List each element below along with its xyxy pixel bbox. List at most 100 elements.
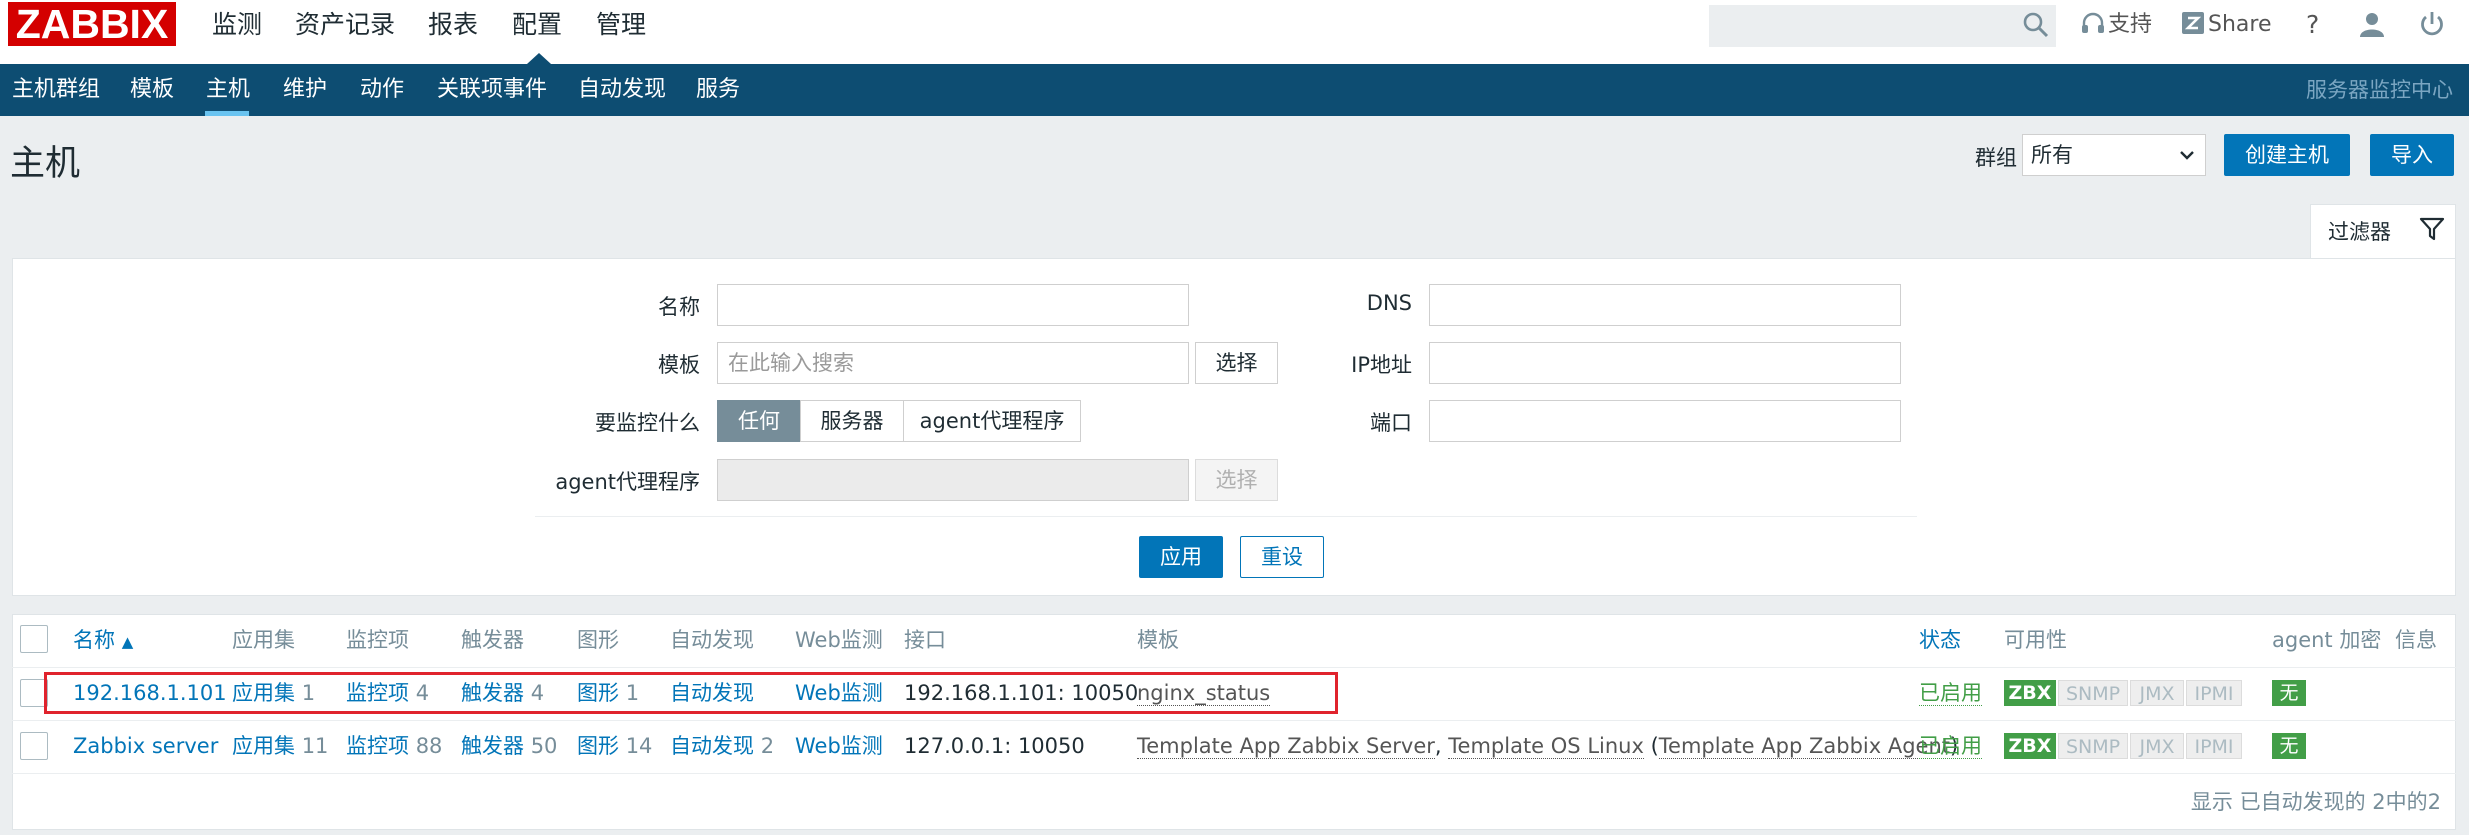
col-header-triggers: 触发器	[461, 628, 524, 652]
col-header-info: 信息	[2395, 628, 2437, 652]
col-header-items: 监控项	[346, 628, 409, 652]
applications-link[interactable]: 应用集 11	[232, 731, 328, 761]
headset-icon[interactable]	[2080, 11, 2106, 37]
global-search-input[interactable]	[1709, 5, 2056, 47]
dns-input[interactable]	[1429, 284, 1901, 326]
filter-funnel-icon	[2419, 217, 2445, 241]
monitor-option-proxy[interactable]: agent代理程序	[903, 400, 1081, 442]
row-checkbox[interactable]	[20, 732, 48, 760]
dns-label: DNS	[1366, 291, 1412, 315]
help-icon[interactable]: ?	[2306, 0, 2319, 50]
graphs-link[interactable]: 图形 14	[577, 731, 652, 761]
header-divider	[12, 667, 2456, 668]
selected-menu-notch	[527, 53, 551, 64]
template-placeholder: 在此输入搜索	[728, 351, 854, 375]
top-menu-reports[interactable]: 报表	[428, 0, 478, 64]
top-menu-inventory[interactable]: 资产记录	[295, 0, 395, 64]
col-header-web: Web监测	[795, 628, 883, 652]
col-header-name[interactable]: 名称 ▲	[73, 625, 133, 657]
create-host-button[interactable]: 创建主机	[2224, 134, 2350, 176]
col-header-encryption: agent 加密	[2272, 628, 2382, 652]
select-all-checkbox[interactable]	[20, 625, 48, 653]
col-header-status[interactable]: 状态	[1919, 625, 1961, 655]
col-header-interface: 接口	[904, 628, 946, 652]
sort-ascending-icon: ▲	[121, 633, 134, 651]
row-divider	[12, 773, 2456, 774]
template-link[interactable]: Template OS Linux	[1448, 734, 1644, 759]
encryption-badge: 无	[2272, 733, 2306, 759]
server-name-label: 服务器监控中心	[2306, 78, 2453, 102]
search-icon[interactable]	[2022, 11, 2050, 39]
page-title: 主机	[10, 144, 81, 184]
ip-address-label: IP地址	[1351, 353, 1412, 377]
col-header-availability: 可用性	[2004, 628, 2067, 652]
share-z-icon[interactable]	[2182, 12, 2204, 34]
interface-value: 127.0.0.1: 10050	[904, 734, 1085, 758]
template-link[interactable]: Template App Zabbix Server	[1137, 734, 1435, 759]
col-header-discovery: 自动发现	[670, 628, 754, 652]
filter-tab[interactable]: 过滤器	[2310, 204, 2456, 259]
sub-menu-maintenance[interactable]: 维护	[283, 64, 327, 116]
support-link[interactable]: 支持	[2108, 0, 2152, 50]
availability-zbx-badge: ZBX	[2004, 680, 2056, 706]
ip-address-input[interactable]	[1429, 342, 1901, 384]
template-search-input[interactable]: 在此输入搜索	[717, 342, 1189, 384]
apply-filter-button[interactable]: 应用	[1139, 536, 1223, 578]
sub-menu-services[interactable]: 服务	[696, 64, 740, 116]
items-link[interactable]: 监控项 88	[346, 731, 442, 761]
web-monitoring-link[interactable]: Web监测	[795, 731, 883, 761]
top-menu-administration[interactable]: 管理	[596, 0, 646, 64]
sub-menu-actions[interactable]: 动作	[360, 64, 404, 116]
sub-menu-hosts[interactable]: 主机	[206, 64, 250, 116]
port-label: 端口	[1370, 411, 1412, 435]
filter-panel	[12, 258, 2456, 596]
sub-menu-templates[interactable]: 模板	[130, 64, 174, 116]
monitor-option-any[interactable]: 任何	[717, 400, 801, 442]
monitor-option-server[interactable]: 服务器	[800, 400, 904, 442]
sub-menu-correlation[interactable]: 关联项事件	[437, 64, 547, 116]
group-select[interactable]: 所有	[2022, 134, 2206, 176]
port-input[interactable]	[1429, 400, 1901, 442]
availability-jmx-badge: JMX	[2130, 733, 2184, 759]
sub-menu-discovery[interactable]: 自动发现	[578, 64, 666, 116]
template-select-button[interactable]: 选择	[1195, 342, 1278, 384]
col-header-templates: 模板	[1137, 628, 1179, 652]
zabbix-logo[interactable]: ZABBIX	[8, 2, 176, 46]
top-menu-monitoring[interactable]: 监测	[212, 0, 262, 64]
name-label: 名称	[658, 295, 700, 319]
discovery-link[interactable]: 自动发现 2	[670, 731, 774, 761]
template-label: 模板	[658, 353, 700, 377]
availability-ipmi-badge: IPMI	[2186, 733, 2242, 759]
user-profile-icon[interactable]	[2359, 11, 2385, 37]
status-toggle[interactable]: 已启用	[1919, 678, 1982, 708]
reset-filter-button[interactable]: 重设	[1240, 536, 1324, 578]
host-name-link[interactable]: Zabbix server	[73, 731, 218, 761]
chevron-down-icon	[2180, 151, 2194, 160]
availability-jmx-badge: JMX	[2130, 680, 2184, 706]
availability-snmp-badge: SNMP	[2058, 733, 2128, 759]
availability-zbx-badge: ZBX	[2004, 733, 2056, 759]
group-label: 群组	[1975, 146, 2017, 170]
availability-ipmi-badge: IPMI	[2186, 680, 2242, 706]
col-header-applications: 应用集	[232, 628, 295, 652]
triggers-link[interactable]: 触发器 50	[461, 731, 557, 761]
filter-divider	[535, 516, 1917, 517]
encryption-badge: 无	[2272, 680, 2306, 706]
logout-power-icon[interactable]	[2419, 11, 2445, 37]
sub-menu-host-groups[interactable]: 主机群组	[12, 64, 100, 116]
template-link[interactable]: Template App Zabbix Agent	[1658, 734, 1950, 759]
proxy-label: agent代理程序	[555, 470, 700, 494]
proxy-input	[717, 459, 1189, 501]
status-toggle[interactable]: 已启用	[1919, 731, 1982, 761]
row-highlight-annotation	[44, 672, 1338, 714]
sub-navigation: 主机群组 模板 主机 维护 动作 关联项事件 自动发现 服务 服务器监控中心	[0, 64, 2469, 116]
monitor-what-label: 要监控什么	[595, 411, 700, 435]
col-header-graphs: 图形	[577, 628, 619, 652]
import-button[interactable]: 导入	[2370, 134, 2454, 176]
proxy-select-button: 选择	[1195, 459, 1278, 501]
row-divider	[12, 720, 2456, 721]
top-navigation: ZABBIX 监测 资产记录 报表 配置 管理 支持 Share ?	[0, 0, 2469, 64]
name-input[interactable]	[717, 284, 1189, 326]
selected-submenu-underline	[205, 111, 249, 116]
share-link[interactable]: Share	[2208, 0, 2272, 50]
